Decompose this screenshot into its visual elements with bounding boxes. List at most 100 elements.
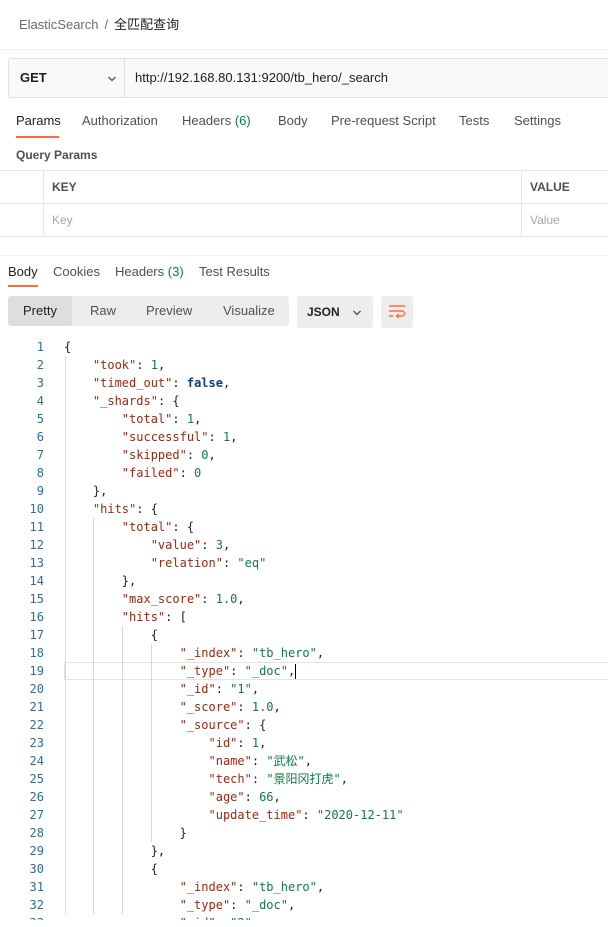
view-mode-switch: Pretty Raw Preview Visualize [8, 296, 289, 326]
code-text: }, [64, 844, 166, 858]
tab-response-body[interactable]: Body [8, 264, 38, 279]
code-line: 11 "total": { [0, 518, 608, 536]
code-line: 10 "hits": { [0, 500, 608, 518]
code-text: }, [64, 484, 108, 498]
code-line: 1{ [0, 338, 608, 356]
line-number: 26 [29, 790, 44, 804]
active-response-tab-indicator [8, 285, 38, 287]
line-number: 2 [36, 358, 44, 372]
code-line: 31 "_index": "tb_hero", [0, 878, 608, 896]
method-label: GET [20, 70, 47, 85]
line-number: 1 [36, 340, 44, 354]
code-text: "update_time": "2020-12-11" [208, 808, 404, 822]
tab-tests[interactable]: Tests [459, 113, 489, 128]
line-number: 3 [36, 376, 44, 390]
tab-authorization[interactable]: Authorization [82, 113, 158, 128]
table-header-row: KEY VALUE [0, 171, 608, 204]
code-line: 17 { [0, 626, 608, 644]
line-number: 17 [29, 628, 44, 642]
view-pretty[interactable]: Pretty [8, 296, 72, 326]
table-row: Key Value [0, 204, 608, 237]
code-line: 2 "took": 1, [0, 356, 608, 374]
wrap-lines-button[interactable] [381, 296, 413, 328]
code-text: "skipped": 0, [121, 448, 216, 462]
method-select[interactable]: GET [9, 59, 125, 97]
view-raw[interactable]: Raw [90, 296, 116, 326]
tab-headers-label: Headers [182, 113, 232, 128]
indent-guide [151, 644, 152, 842]
code-line: 18 "_index": "tb_hero", [0, 644, 608, 662]
code-line: 30 { [0, 860, 608, 878]
line-number: 21 [29, 700, 44, 714]
line-number: 4 [36, 394, 44, 408]
code-line: 8 "failed": 0 [0, 464, 608, 482]
code-line: 24 "name": "武松", [0, 752, 608, 770]
column-key: KEY [44, 171, 522, 204]
line-number: 9 [36, 484, 44, 498]
code-line: 23 "id": 1, [0, 734, 608, 752]
request-bar: GET http://192.168.80.131:9200/tb_hero/_… [8, 58, 608, 98]
chevron-down-icon [353, 310, 361, 316]
code-line: 33 "_id": "2", [0, 914, 608, 920]
tab-body[interactable]: Body [278, 113, 308, 128]
line-number: 15 [29, 592, 44, 606]
key-input[interactable]: Key [44, 204, 522, 237]
tab-cookies[interactable]: Cookies [53, 264, 100, 279]
code-line: 5 "total": 1, [0, 410, 608, 428]
tab-response-headers-label: Headers [115, 264, 165, 279]
checkbox-column [0, 171, 44, 204]
code-text: "timed_out": false, [92, 376, 231, 390]
code-line: 28 } [0, 824, 608, 842]
tab-headers-count: (6) [234, 113, 251, 128]
code-line: 14 }, [0, 572, 608, 590]
format-select[interactable]: JSON [297, 296, 373, 328]
line-number: 12 [29, 538, 44, 552]
indent-guide [93, 518, 95, 914]
line-number: 33 [0, 914, 44, 920]
value-input[interactable]: Value [522, 204, 608, 237]
code-text: "_type": "_doc", [179, 664, 296, 678]
request-name[interactable]: 全匹配查询 [114, 17, 179, 32]
code-text: "hits": [ [121, 610, 187, 624]
code-text: "_score": 1.0, [179, 700, 281, 714]
chevron-down-icon [108, 76, 116, 82]
url-input[interactable]: http://192.168.80.131:9200/tb_hero/_sear… [135, 59, 388, 97]
divider [0, 49, 608, 50]
code-text: "age": 66, [208, 790, 281, 804]
line-number: 22 [29, 718, 44, 732]
code-line: 13 "relation": "eq" [0, 554, 608, 572]
column-value: VALUE [530, 180, 570, 194]
line-number: 31 [29, 880, 44, 894]
line-number: 27 [29, 808, 44, 822]
line-number: 14 [29, 574, 44, 588]
code-line: 4 "_shards": { [0, 392, 608, 410]
line-number: 23 [29, 736, 44, 750]
line-number: 28 [29, 826, 44, 840]
line-number: 16 [29, 610, 44, 624]
breadcrumb-collection[interactable]: ElasticSearch [19, 17, 98, 32]
line-number: 5 [36, 412, 44, 426]
code-text: "_index": "tb_hero", [179, 880, 325, 894]
line-number: 18 [29, 646, 44, 660]
divider [0, 255, 608, 256]
tab-params[interactable]: Params [16, 113, 61, 128]
tab-settings[interactable]: Settings [514, 113, 561, 128]
tab-headers[interactable]: Headers (6) [182, 113, 251, 128]
code-text: "max_score": 1.0, [121, 592, 245, 606]
line-number: 29 [29, 844, 44, 858]
code-line: 27 "update_time": "2020-12-11" [0, 806, 608, 824]
tab-response-headers[interactable]: Headers (3) [115, 264, 184, 279]
line-number: 11 [29, 520, 44, 534]
response-body-editor[interactable]: 1{2 "took": 1, 3 "timed_out": false, 4 "_s… [0, 338, 608, 920]
view-visualize[interactable]: Visualize [223, 296, 275, 326]
tab-pre-request-script[interactable]: Pre-request Script [331, 113, 436, 128]
code-text: "took": 1, [92, 358, 166, 372]
line-number: 20 [29, 682, 44, 696]
code-line: 19 "_type": "_doc", [0, 662, 608, 680]
tab-test-results[interactable]: Test Results [199, 264, 270, 279]
line-number: 19 [29, 664, 44, 678]
code-text: { [64, 628, 158, 642]
view-preview[interactable]: Preview [146, 296, 192, 326]
checkbox-cell [0, 204, 44, 237]
line-number: 8 [36, 466, 44, 480]
